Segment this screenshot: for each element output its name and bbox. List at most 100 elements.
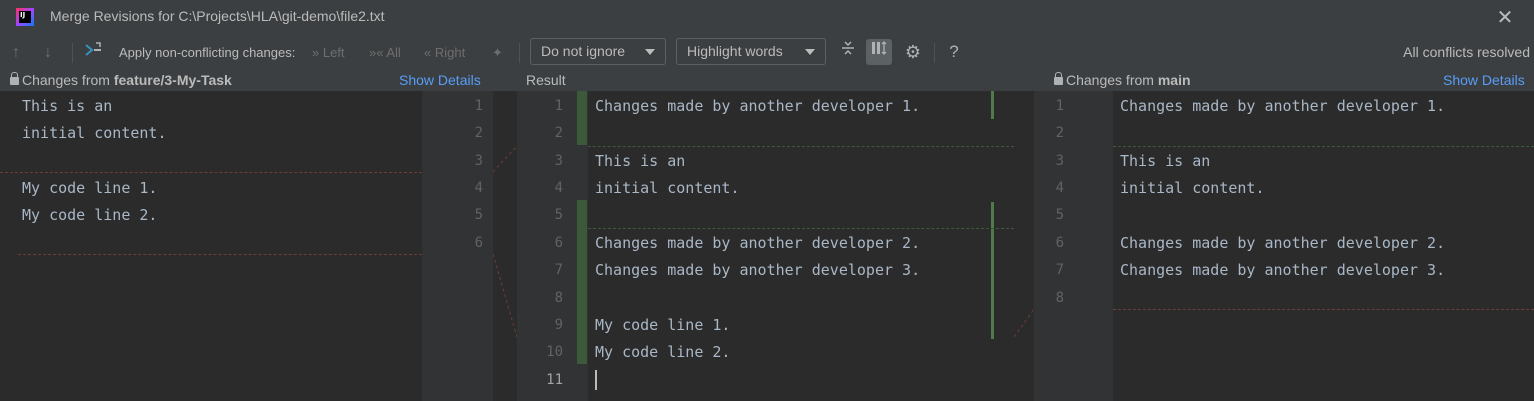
apply-right-label: Right [434, 45, 466, 60]
change-boundary [588, 146, 1014, 147]
line-number: 7 [554, 262, 563, 278]
lock-icon [1054, 72, 1063, 85]
apply-all-button[interactable]: »« All [369, 35, 401, 70]
line-number: 2 [554, 125, 563, 141]
left-header-prefix: Changes from [22, 72, 114, 88]
apply-left-label: Left [322, 45, 345, 60]
change-boundary [1113, 146, 1534, 147]
change-stripe [991, 91, 994, 119]
lock-icon [10, 72, 19, 85]
magic-resolve-icon[interactable]: ✦ [492, 35, 503, 70]
ignore-whitespace-value: Do not ignore [541, 43, 626, 59]
right-branch-name: main [1157, 72, 1191, 88]
left-connector [493, 91, 517, 401]
collapse-unchanged-icon[interactable] [835, 39, 861, 65]
code-line: My code line 2. [595, 343, 731, 361]
line-number: 1 [554, 98, 563, 114]
apply-left-button[interactable]: » Left [312, 35, 345, 70]
previous-difference-icon[interactable]: ↑ [12, 35, 20, 70]
change-boundary [0, 172, 422, 173]
right-show-details-link[interactable]: Show Details [1443, 71, 1525, 90]
toolbar-separator [934, 43, 935, 63]
diff-connector-lines [493, 145, 517, 338]
apply-non-conflicting-label: Apply non-conflicting changes: [119, 45, 296, 60]
code-line: initial content. [22, 124, 167, 142]
line-number: 5 [1055, 207, 1064, 223]
double-chevron-left-icon: « [424, 45, 432, 60]
line-number: 1 [474, 98, 483, 114]
title-bar: IJ Merge Revisions for C:\Projects\HLA\g… [0, 0, 1534, 35]
code-line: Changes made by another developer 2. [595, 234, 921, 252]
line-number: 6 [1055, 235, 1064, 251]
code-line: Changes made by another developer 2. [1120, 234, 1446, 252]
double-chevron-right-icon: » [312, 45, 320, 60]
result-pane-header: Result [526, 72, 566, 88]
line-number: 5 [554, 207, 563, 223]
result-editor[interactable]: Changes made by another developer 1. Thi… [588, 91, 1014, 401]
right-header-prefix: Changes from [1066, 72, 1158, 88]
line-number: 2 [1055, 125, 1064, 141]
line-number: 2 [474, 125, 483, 141]
highlight-mode-dropdown[interactable]: Highlight words [676, 38, 826, 65]
synchronize-scrolling-icon[interactable] [866, 39, 892, 65]
right-connector [1014, 91, 1034, 401]
resolve-conflicts-icon[interactable] [80, 39, 106, 65]
pane-divider[interactable] [1112, 91, 1113, 401]
toolbar-separator [519, 43, 520, 63]
left-editor[interactable]: This is an initial content. My code line… [0, 91, 422, 401]
left-branch-name: feature/3-My-Task [113, 72, 232, 88]
line-number: 3 [554, 153, 563, 169]
conflicts-status: All conflicts resolved [1403, 44, 1530, 60]
highlight-mode-value: Highlight words [687, 43, 783, 59]
double-chevron-both-icon: »« [369, 45, 384, 60]
window-title: Merge Revisions for C:\Projects\HLA\git-… [50, 8, 385, 24]
change-boundary [1113, 309, 1534, 310]
code-line: My code line 2. [22, 206, 158, 224]
pane-headers: Changes from feature/3-My-Task Show Deta… [0, 70, 1534, 91]
right-gutter: 1 2 3 4 5 6 7 8 [1034, 91, 1112, 401]
code-line: This is an [595, 152, 686, 170]
toolbar-separator [72, 43, 73, 63]
line-number: 4 [554, 180, 563, 196]
code-line: This is an [22, 97, 113, 115]
chevron-down-icon [805, 49, 815, 55]
right-editor[interactable]: Changes made by another developer 1. Thi… [1113, 91, 1534, 401]
line-number: 8 [554, 290, 563, 306]
code-line: My code line 1. [595, 316, 731, 334]
code-line: Changes made by another developer 1. [595, 97, 921, 115]
line-number: 9 [554, 317, 563, 333]
code-line: initial content. [595, 179, 740, 197]
change-boundary [18, 254, 422, 255]
line-number: 6 [474, 235, 483, 251]
line-number: 1 [1055, 98, 1064, 114]
chevron-down-icon [645, 49, 655, 55]
line-number: 4 [474, 180, 483, 196]
apply-all-label: All [386, 45, 401, 60]
apply-right-button[interactable]: « Right [424, 35, 465, 70]
code-line: This is an [1120, 152, 1211, 170]
next-difference-icon[interactable]: ↓ [44, 35, 52, 70]
code-line: Changes made by another developer 3. [1120, 261, 1446, 279]
gear-icon[interactable]: ⚙ [900, 39, 926, 65]
change-marker [577, 200, 587, 364]
toolbar: ↑ ↓ Apply non-conflicting changes: » Lef… [0, 35, 1534, 70]
pane-divider[interactable] [587, 91, 588, 401]
line-number-current: 11 [546, 372, 563, 388]
code-line: Changes made by another developer 1. [1120, 97, 1446, 115]
pane-divider[interactable] [422, 91, 423, 401]
help-icon[interactable]: ? [941, 39, 967, 65]
line-number: 4 [1055, 180, 1064, 196]
line-number: 7 [1055, 262, 1064, 278]
close-icon[interactable]: ✕ [1493, 5, 1517, 29]
right-pane-header: Changes from main [1054, 71, 1191, 90]
result-gutter: 1 2 3 4 5 6 7 8 9 10 11 [517, 91, 587, 401]
left-show-details-link[interactable]: Show Details [399, 71, 481, 90]
line-number: 5 [474, 207, 483, 223]
change-marker [577, 91, 587, 145]
text-cursor [595, 370, 597, 390]
ignore-whitespace-dropdown[interactable]: Do not ignore [530, 38, 666, 65]
left-pane-header: Changes from feature/3-My-Task [10, 71, 232, 90]
line-number: 8 [1055, 290, 1064, 306]
intellij-logo-icon: IJ [16, 8, 34, 26]
code-line: Changes made by another developer 3. [595, 261, 921, 279]
